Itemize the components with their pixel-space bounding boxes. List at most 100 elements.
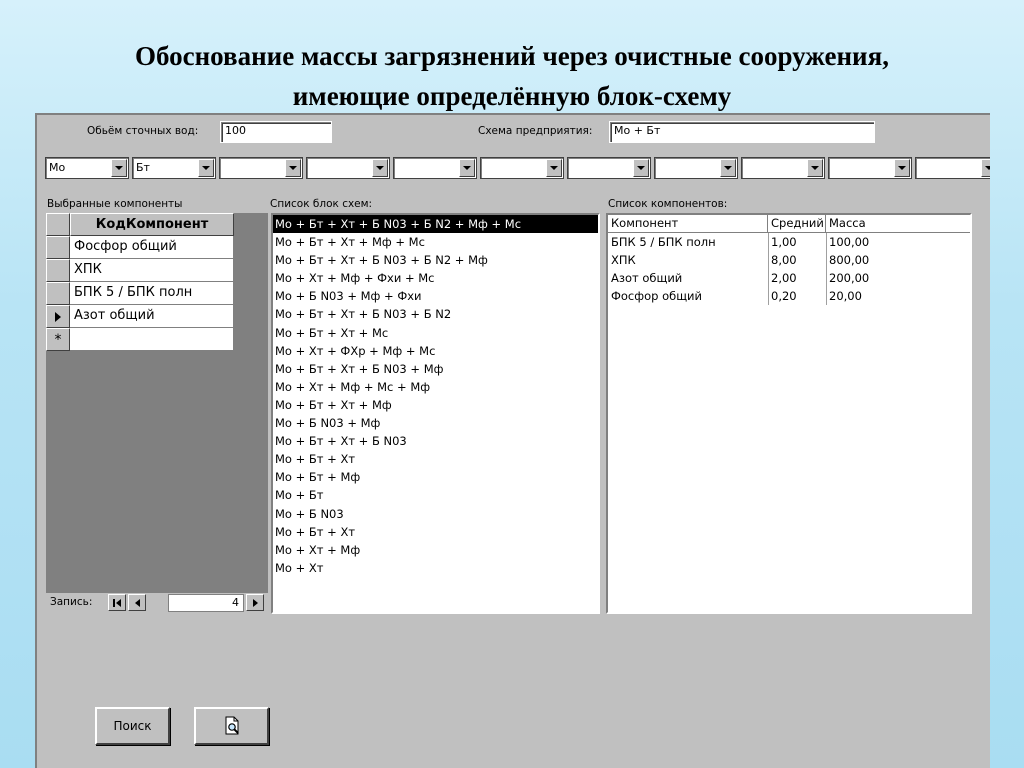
list-item[interactable]: Мо + Хт + Мф + Мс + Мф (273, 378, 598, 396)
list-item[interactable]: Мо + Хт + Мф + Фхи + Мс (273, 269, 598, 287)
list-item[interactable]: Мо + Б N03 + Мф (273, 414, 598, 432)
record-number-field[interactable]: 4 (168, 594, 244, 612)
list-item[interactable]: ХПК 8,00 800,00 (608, 251, 970, 269)
list-item[interactable]: Мо + Хт + ФХр + Мф + Мс (273, 342, 598, 360)
volume-field[interactable]: 100 (220, 121, 332, 143)
component-mass: 200,00 (829, 271, 870, 285)
list-item[interactable]: Мо + Хт + Мф (273, 541, 598, 559)
row-selector[interactable] (46, 236, 70, 259)
column-header-component[interactable]: КодКомпонент (70, 213, 234, 236)
column-header-average[interactable]: Средний (768, 215, 826, 233)
row-selector[interactable] (46, 259, 70, 282)
list-item[interactable]: Азот общий 2,00 200,00 (608, 269, 970, 287)
list-item[interactable]: Мо + Бт + Хт + Б N03 + Б N2 (273, 305, 598, 323)
components-list-label: Список компонентов: (608, 198, 728, 210)
unit-combo-2[interactable]: Бт (132, 157, 216, 179)
unit-combo-1[interactable]: Мо (45, 157, 129, 179)
row-selector[interactable] (46, 282, 70, 305)
unit-combo-10[interactable] (828, 157, 912, 179)
component-mass: 100,00 (829, 235, 870, 249)
next-record-icon[interactable] (246, 594, 264, 611)
chevron-down-icon[interactable] (459, 159, 475, 177)
table-row-current[interactable]: Азот общий (46, 305, 234, 328)
component-mass: 20,00 (829, 289, 862, 303)
schemes-list[interactable]: Мо + Бт + Хт + Б N03 + Б N2 + Мф + Мс Мо … (271, 213, 600, 614)
component-cell[interactable]: ХПК (70, 259, 234, 282)
scheme-field[interactable]: Мо + Бт (609, 121, 875, 143)
slide-title-line-2: имеющие определённую блок-схему (292, 81, 732, 111)
select-all-cell[interactable] (46, 213, 70, 236)
unit-combo-11[interactable] (915, 157, 990, 179)
column-divider (826, 233, 827, 305)
chevron-down-icon[interactable] (981, 159, 990, 177)
chevron-down-icon[interactable] (285, 159, 301, 177)
unit-combo-1-value: Мо (49, 161, 66, 174)
component-cell[interactable]: Азот общий (70, 305, 234, 328)
schemes-list-label: Список блок схем: (270, 198, 373, 210)
list-item[interactable]: Мо + Бт + Хт + Б N03 (273, 432, 598, 450)
list-item[interactable]: Мо + Бт + Хт (273, 450, 598, 468)
unit-combo-8[interactable] (654, 157, 738, 179)
slide-title-line-1: Обоснование массы загрязнений через очис… (135, 41, 889, 71)
unit-combo-9[interactable] (741, 157, 825, 179)
previous-record-icon[interactable] (128, 594, 146, 611)
table-row[interactable]: ХПК (46, 259, 234, 282)
list-item[interactable]: Мо + Бт + Хт (273, 523, 598, 541)
list-item[interactable]: Мо + Б N03 (273, 505, 598, 523)
column-divider (768, 233, 769, 305)
print-preview-button[interactable] (194, 707, 269, 745)
slide-title: Обоснование массы загрязнений через очис… (0, 36, 1024, 116)
column-header-component[interactable]: Компонент (608, 215, 768, 233)
list-item[interactable]: Мо + Бт + Хт + Б N03 + Б N2 + Мф (273, 251, 598, 269)
chevron-down-icon[interactable] (198, 159, 214, 177)
component-average: 2,00 (771, 271, 797, 285)
chevron-down-icon[interactable] (894, 159, 910, 177)
table-row[interactable]: Фосфор общий (46, 236, 234, 259)
unit-combo-7[interactable] (567, 157, 651, 179)
list-item[interactable]: Мо + Бт + Хт + Мс (273, 324, 598, 342)
unit-combo-4[interactable] (306, 157, 390, 179)
new-record-icon[interactable]: * (46, 328, 70, 351)
chevron-down-icon[interactable] (720, 159, 736, 177)
list-item[interactable]: Мо + Бт (273, 486, 598, 504)
search-button[interactable]: Поиск (95, 707, 170, 745)
list-item[interactable]: Мо + Хт (273, 559, 598, 577)
component-name: Азот общий (611, 271, 683, 285)
chevron-down-icon[interactable] (372, 159, 388, 177)
list-item[interactable]: Фосфор общий 0,20 20,00 (608, 287, 970, 305)
component-cell[interactable]: БПК 5 / БПК полн (70, 282, 234, 305)
list-item[interactable]: Мо + Бт + Хт + Б N03 + Мф (273, 360, 598, 378)
component-mass: 800,00 (829, 253, 870, 267)
component-cell[interactable]: Фосфор общий (70, 236, 234, 259)
unit-combo-6[interactable] (480, 157, 564, 179)
access-form-window: Обьём сточных вод: 100 Схема предприятия… (35, 113, 990, 768)
current-record-icon[interactable] (46, 305, 70, 328)
list-item[interactable]: Мо + Бт + Мф (273, 468, 598, 486)
components-table: Компонент Средний Масса БПК 5 / БПК полн… (608, 215, 970, 305)
unit-combo-3[interactable] (219, 157, 303, 179)
selected-components-grid: КодКомпонент Фосфор общий ХПК БПК 5 / БП… (46, 213, 268, 613)
chevron-down-icon[interactable] (546, 159, 562, 177)
unit-combo-2-value: Бт (136, 161, 150, 174)
grid-header-row: КодКомпонент (46, 213, 234, 236)
chevron-down-icon[interactable] (111, 159, 127, 177)
table-row[interactable]: БПК 5 / БПК полн (46, 282, 234, 305)
unit-combo-5[interactable] (393, 157, 477, 179)
selected-components-label: Выбранные компоненты (47, 198, 183, 210)
record-label: Запись: (50, 596, 93, 608)
components-list[interactable]: Компонент Средний Масса БПК 5 / БПК полн… (606, 213, 972, 614)
chevron-down-icon[interactable] (633, 159, 649, 177)
first-record-icon[interactable] (108, 594, 126, 611)
column-header-mass[interactable]: Масса (826, 215, 970, 233)
chevron-down-icon[interactable] (807, 159, 823, 177)
component-cell-new[interactable] (70, 328, 234, 351)
list-item[interactable]: Мо + Бт + Хт + Мф + Мс (273, 233, 598, 251)
list-item[interactable]: Мо + Б N03 + Мф + Фхи (273, 287, 598, 305)
new-record-row[interactable]: * (46, 328, 234, 351)
component-name: БПК 5 / БПК полн (611, 235, 716, 249)
component-name: ХПК (611, 253, 636, 267)
list-item[interactable]: БПК 5 / БПК полн 1,00 100,00 (608, 233, 970, 251)
list-item[interactable]: Мо + Бт + Хт + Б N03 + Б N2 + Мф + Мс (273, 215, 598, 234)
scheme-label: Схема предприятия: (478, 125, 593, 137)
list-item[interactable]: Мо + Бт + Хт + Мф (273, 396, 598, 414)
